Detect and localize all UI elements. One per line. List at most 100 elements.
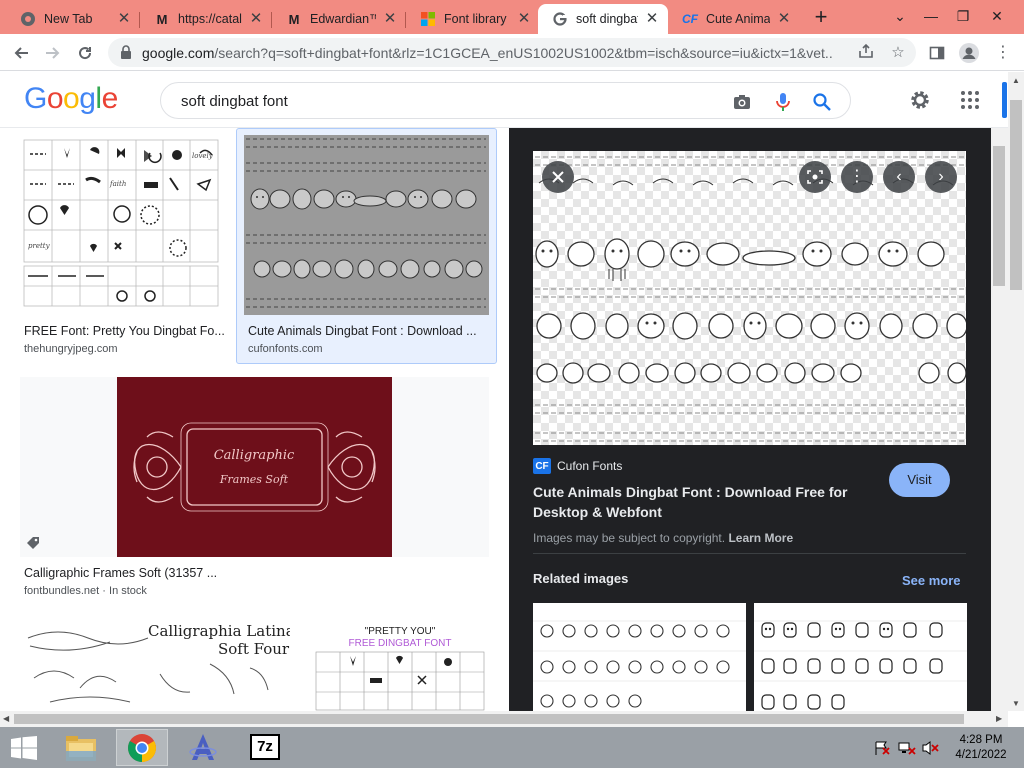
vertical-dots-icon: ⋮ [849, 168, 865, 185]
result-title[interactable]: FREE Font: Pretty You Dingbat Fo... [24, 324, 224, 338]
windows-logo-icon [11, 736, 37, 760]
system-clock[interactable]: 4:28 PM 4/21/2022 [946, 733, 1016, 763]
scroll-down-icon[interactable]: ▼ [1012, 699, 1020, 708]
url-host: google.com [142, 45, 215, 61]
chrome-icon [20, 11, 36, 27]
svg-text:lovely: lovely [192, 152, 214, 160]
tab-soft-dingbat[interactable]: soft dingbat ✕ [538, 4, 668, 34]
share-icon[interactable] [856, 43, 876, 63]
preview-image[interactable] [533, 151, 966, 445]
scroll-right-icon[interactable]: ▶ [996, 714, 1002, 723]
settings-gear-icon[interactable] [908, 88, 932, 112]
search-icon[interactable] [811, 91, 833, 113]
window-close-button[interactable]: ✕ [984, 4, 1010, 28]
google-lens-button[interactable] [799, 161, 831, 193]
start-button[interactable] [4, 729, 44, 766]
close-icon[interactable]: ✕ [516, 11, 532, 27]
price-tag-icon [27, 537, 39, 549]
result-card-calligraphic-frames[interactable]: Calligraphic Frames Soft Calligraphic Fr… [20, 377, 489, 599]
close-icon[interactable]: ✕ [776, 11, 792, 27]
horizontal-scrollbar-thumb[interactable] [14, 714, 964, 724]
scroll-left-icon[interactable]: ◀ [3, 714, 9, 723]
close-icon[interactable]: ✕ [382, 11, 398, 27]
next-image-button[interactable]: › [925, 161, 957, 193]
reload-button[interactable] [72, 40, 98, 66]
result-thumbnail[interactable]: Calligraphia Latina Soft Four [20, 618, 290, 711]
related-image-1[interactable] [533, 603, 746, 711]
more-options-button[interactable]: ⋮ [841, 161, 873, 193]
logo-letter: o [46, 82, 64, 115]
tab-new-tab[interactable]: New Tab ✕ [6, 4, 140, 34]
microphone-icon[interactable] [772, 91, 794, 113]
preview-source[interactable]: CF Cufon Fonts [533, 458, 622, 474]
copyright-notice: Images may be subject to copyright. Lear… [533, 531, 793, 545]
image-results: lovely faith pretty FREE Font: Pretty You … [0, 128, 509, 711]
7zip-button[interactable]: 7z [240, 729, 292, 766]
close-icon[interactable]: ✕ [248, 11, 264, 27]
file-explorer-button[interactable] [56, 729, 106, 766]
tab-catalog[interactable]: M https://catal ✕ [140, 4, 272, 34]
network-icon[interactable] [898, 741, 916, 755]
close-icon[interactable]: ✕ [644, 11, 660, 27]
related-image-2[interactable] [754, 603, 967, 711]
sign-in-button-edge[interactable] [1002, 82, 1007, 118]
result-card-calligraphia-latina[interactable]: Calligraphia Latina Soft Four [20, 618, 290, 711]
back-button[interactable] [8, 40, 34, 66]
learn-more-link[interactable]: Learn More [728, 531, 793, 545]
previous-image-button[interactable]: ‹ [883, 161, 915, 193]
result-card-cute-animals[interactable]: Cute Animals Dingbat Font : Download ...… [244, 135, 489, 360]
result-source: fontbundles.net · In stock [24, 585, 147, 597]
action-center-flag-icon[interactable] [874, 741, 890, 755]
result-title[interactable]: Calligraphic Frames Soft (31357 ... [24, 566, 484, 580]
scroll-up-icon[interactable]: ▲ [1012, 76, 1020, 85]
microsoft-icon [420, 11, 436, 27]
source-name: fontbundles.net [24, 585, 100, 597]
result-source: cufonfonts.com [248, 343, 323, 355]
tab-search-chevron-icon[interactable]: ⌄ [887, 4, 913, 28]
page-scrollbar-thumb[interactable] [1010, 100, 1022, 290]
more-menu-icon[interactable]: ⋮ [990, 40, 1016, 66]
minimize-button[interactable]: — [918, 4, 944, 28]
visit-button[interactable]: Visit [889, 463, 950, 497]
result-card-pretty-you-2[interactable]: "PRETTY YOU" FREE DINGBAT FONT [310, 618, 490, 711]
result-thumbnail[interactable]: Calligraphic Frames Soft [20, 377, 489, 557]
7zip-icon: 7z [250, 734, 280, 760]
result-title[interactable]: Cute Animals Dingbat Font : Download ... [248, 324, 483, 338]
camera-icon[interactable] [731, 91, 753, 113]
volume-muted-icon[interactable] [922, 741, 940, 755]
see-more-link[interactable]: See more [902, 573, 961, 588]
close-icon [552, 171, 564, 183]
font-viewer-icon [189, 734, 217, 760]
tab-font-library[interactable]: Font library ✕ [406, 4, 540, 34]
chrome-taskbar-button[interactable] [116, 729, 168, 766]
google-logo[interactable]: Google [24, 82, 118, 116]
tab-edwardian[interactable]: M Edwardian™ ✕ [272, 4, 406, 34]
result-thumbnail[interactable]: "PRETTY YOU" FREE DINGBAT FONT [310, 618, 490, 711]
stock-status: In stock [109, 585, 147, 597]
search-input[interactable] [181, 90, 701, 112]
close-preview-button[interactable] [542, 161, 574, 193]
apps-grid-icon[interactable] [958, 88, 982, 112]
clock-time: 4:28 PM [959, 734, 1003, 746]
tab-title: Cute Animal [706, 12, 770, 26]
bookmark-star-icon[interactable]: ☆ [888, 43, 908, 63]
side-panel-button[interactable] [924, 40, 950, 66]
restore-button[interactable]: ❐ [950, 4, 976, 28]
tab-cute-animal[interactable]: CF Cute Animal ✕ [668, 4, 800, 34]
new-tab-button[interactable]: + [808, 6, 834, 30]
font-app-button[interactable] [178, 729, 228, 766]
preview-scrollbar-thumb[interactable] [993, 146, 1005, 286]
result-thumbnail[interactable] [244, 135, 489, 315]
preview-title[interactable]: Cute Animals Dingbat Font : Download Fre… [533, 482, 873, 522]
calligraphic-line2: Frames Soft [219, 473, 289, 486]
copyright-text: Images may be subject to copyright. [533, 531, 726, 545]
result-thumbnail[interactable]: lovely faith pretty [20, 138, 225, 310]
profile-button[interactable] [956, 40, 982, 66]
tab-title: Font library [444, 12, 507, 26]
address-bar[interactable]: google.com/search?q=soft+dingbat+font&rl… [108, 38, 916, 67]
forward-button[interactable] [40, 40, 66, 66]
result-card-pretty-you[interactable]: lovely faith pretty FREE Font: Pretty You … [20, 138, 225, 358]
image-preview-panel: ⋮ ‹ › CF Cufon Fonts Cute Animals Dingba… [509, 128, 991, 711]
chevron-left-icon: ‹ [896, 168, 902, 185]
close-icon[interactable]: ✕ [116, 11, 132, 27]
